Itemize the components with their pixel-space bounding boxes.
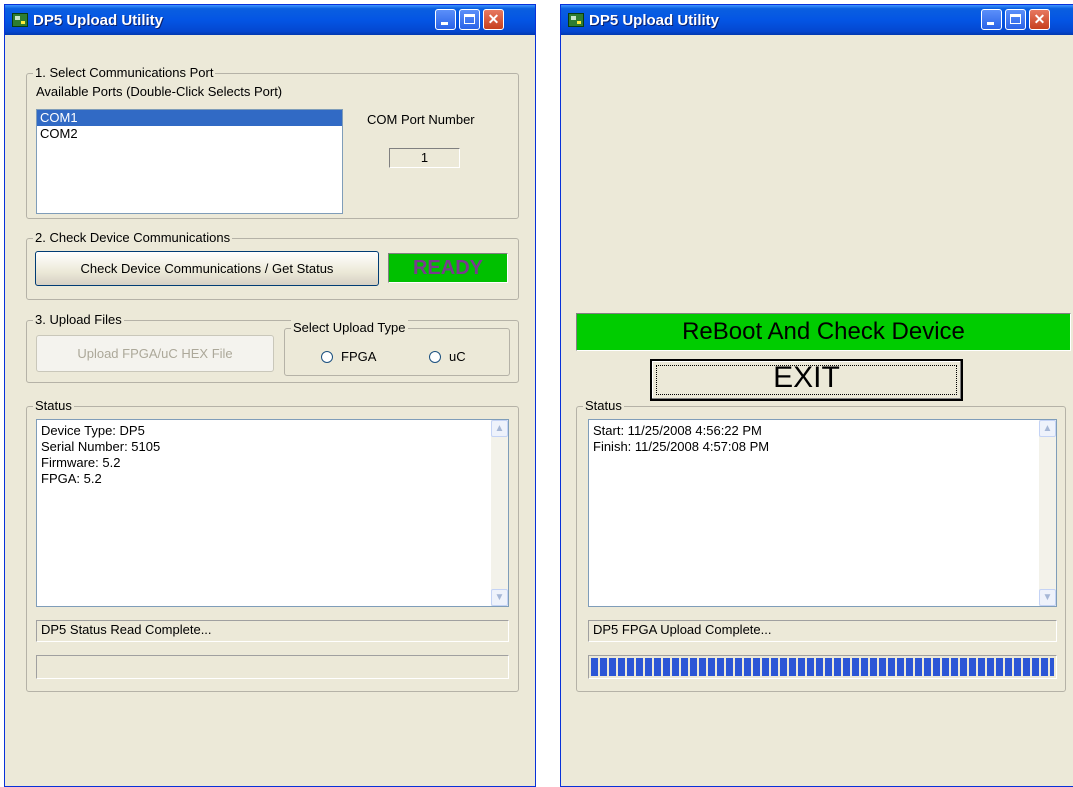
exit-button[interactable]: EXIT <box>650 359 963 401</box>
status-text: Start: 11/25/2008 4:56:22 PM Finish: 11/… <box>593 423 770 454</box>
uc-radio[interactable] <box>429 351 441 363</box>
status-scrollbar[interactable]: ▲ ▼ <box>1039 420 1056 606</box>
window-title: DP5 Upload Utility <box>33 12 164 29</box>
minimize-icon <box>441 22 448 25</box>
com-port-number-value: 1 <box>389 148 460 168</box>
close-icon: ✕ <box>1033 11 1046 27</box>
minimize-button[interactable] <box>981 9 1002 30</box>
maximize-button[interactable] <box>459 9 480 30</box>
scroll-down-arrow-icon[interactable]: ▼ <box>491 589 508 606</box>
status-text: Device Type: DP5 Serial Number: 5105 Fir… <box>41 423 161 486</box>
uc-radio-label: uC <box>449 349 466 364</box>
com-port-number-label: COM Port Number <box>367 112 475 127</box>
upload-type-group: Select Upload Type <box>284 320 510 376</box>
upload-type-legend: Select Upload Type <box>291 320 408 335</box>
fpga-radio[interactable] <box>321 351 333 363</box>
scroll-up-arrow-icon[interactable]: ▲ <box>1039 420 1056 437</box>
available-ports-listbox[interactable]: COM1 COM2 <box>36 109 343 214</box>
app-icon[interactable] <box>12 13 28 27</box>
fpga-radio-label: FPGA <box>341 349 377 364</box>
title-bar[interactable]: DP5 Upload Utility ✕ <box>5 5 535 35</box>
status-bar-message: DP5 FPGA Upload Complete... <box>588 620 1057 642</box>
status-textbox[interactable]: Device Type: DP5 Serial Number: 5105 Fir… <box>36 419 509 607</box>
minimize-button[interactable] <box>435 9 456 30</box>
title-bar[interactable]: DP5 Upload Utility ✕ <box>561 5 1073 35</box>
status-legend: Status <box>583 398 624 413</box>
check-device-communications-button[interactable]: Check Device Communications / Get Status <box>35 251 379 286</box>
port-item-com2[interactable]: COM2 <box>37 126 342 142</box>
ready-indicator: READY <box>388 253 508 283</box>
status-bar-message: DP5 Status Read Complete... <box>36 620 509 642</box>
status-textbox[interactable]: Start: 11/25/2008 4:56:22 PM Finish: 11/… <box>588 419 1057 607</box>
scroll-down-arrow-icon[interactable]: ▼ <box>1039 589 1056 606</box>
select-port-legend: 1. Select Communications Port <box>33 65 216 80</box>
close-icon: ✕ <box>487 11 500 27</box>
upload-hex-file-button[interactable]: Upload FPGA/uC HEX File <box>36 335 274 372</box>
port-item-com1[interactable]: COM1 <box>37 110 342 126</box>
close-button[interactable]: ✕ <box>1029 9 1050 30</box>
upload-files-legend: 3. Upload Files <box>33 312 124 327</box>
status-legend: Status <box>33 398 74 413</box>
reboot-check-device-banner: ReBoot And Check Device <box>576 313 1071 351</box>
close-button[interactable]: ✕ <box>483 9 504 30</box>
scroll-up-arrow-icon[interactable]: ▲ <box>491 420 508 437</box>
dp5-upload-window-right: DP5 Upload Utility ✕ ReBoot And Check De… <box>560 4 1073 787</box>
maximize-button[interactable] <box>1005 9 1026 30</box>
available-ports-label: Available Ports (Double-Click Selects Po… <box>36 84 283 99</box>
maximize-icon <box>464 14 475 24</box>
progress-bar <box>588 655 1057 679</box>
status-scrollbar[interactable]: ▲ ▼ <box>491 420 508 606</box>
check-device-legend: 2. Check Device Communications <box>33 230 233 245</box>
progress-bar <box>36 655 509 679</box>
progress-fill <box>591 658 1054 676</box>
dp5-upload-window-left: DP5 Upload Utility ✕ 1. Select Communica… <box>4 4 536 787</box>
app-icon[interactable] <box>568 13 584 27</box>
maximize-icon <box>1010 14 1021 24</box>
minimize-icon <box>987 22 994 25</box>
window-title: DP5 Upload Utility <box>589 12 720 29</box>
